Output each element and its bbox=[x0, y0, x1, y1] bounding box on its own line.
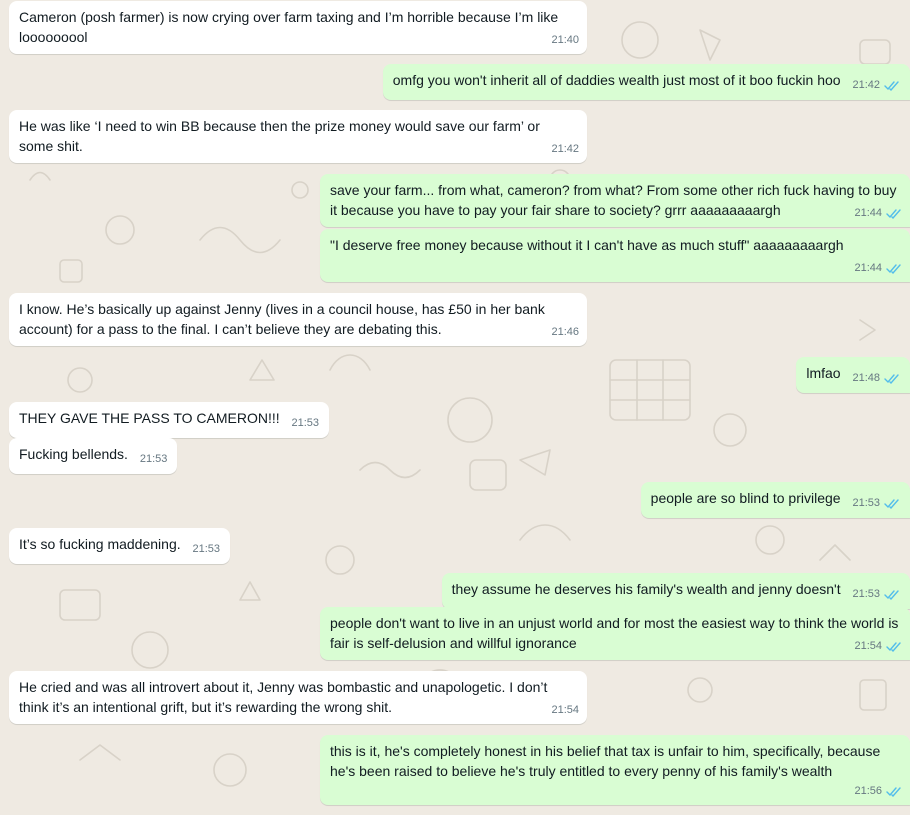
message-time: 21:53 bbox=[139, 453, 168, 465]
message-meta: 21:44 bbox=[854, 204, 902, 224]
message-text: this is it, he's completely honest in hi… bbox=[330, 743, 881, 779]
outgoing-message[interactable]: save your farm... from what, cameron? fr… bbox=[320, 174, 910, 227]
message-text: Fucking bellends. bbox=[19, 446, 128, 462]
incoming-message[interactable]: THEY GAVE THE PASS TO CAMERON!!! 21:53 bbox=[9, 402, 330, 438]
outgoing-message[interactable]: "I deserve free money because without it… bbox=[320, 229, 910, 282]
message-time: 21:44 bbox=[854, 261, 882, 274]
message-meta: 21:42 bbox=[852, 76, 900, 96]
outgoing-message[interactable]: lmfao 21:48 bbox=[796, 357, 910, 393]
message-text: It’s so fucking maddening. bbox=[19, 536, 181, 552]
message-text: He cried and was all introvert about it,… bbox=[19, 679, 548, 715]
read-ticks-icon bbox=[884, 81, 899, 92]
message-meta: 21:53 bbox=[140, 450, 168, 470]
message-time: 21:53 bbox=[192, 543, 221, 555]
message-meta: 21:56 bbox=[854, 782, 902, 802]
message-meta: 21:53 bbox=[852, 585, 900, 605]
message-meta: 21:53 bbox=[852, 494, 900, 514]
message-meta: 21:44 bbox=[854, 259, 902, 279]
message-time: 21:53 bbox=[852, 497, 880, 509]
message-time: 21:53 bbox=[852, 588, 880, 600]
message-time: 21:44 bbox=[854, 206, 882, 219]
message-meta: 21:40 bbox=[551, 31, 579, 51]
incoming-message[interactable]: He was like ‘I need to win BB because th… bbox=[9, 110, 587, 163]
message-time: 21:42 bbox=[852, 79, 880, 91]
outgoing-message[interactable]: omfg you won't inherit all of daddies we… bbox=[382, 64, 910, 100]
outgoing-message[interactable]: people are so blind to privilege 21:53 bbox=[640, 482, 910, 518]
message-meta: 21:54 bbox=[551, 701, 579, 721]
message-text: save your farm... from what, cameron? fr… bbox=[330, 182, 897, 218]
message-text: THEY GAVE THE PASS TO CAMERON!!! bbox=[19, 410, 280, 426]
incoming-message[interactable]: Fucking bellends. 21:53 bbox=[9, 438, 178, 474]
message-text: people are so blind to privilege bbox=[650, 490, 841, 506]
message-text: Cameron (posh farmer) is now crying over… bbox=[19, 9, 559, 45]
message-meta: 21:48 bbox=[852, 369, 900, 389]
message-text: I know. He’s basically up against Jenny … bbox=[19, 301, 545, 337]
message-text: omfg you won't inherit all of daddies we… bbox=[392, 72, 841, 88]
message-text: people don't want to live in an unjust w… bbox=[330, 615, 899, 651]
incoming-message[interactable]: Cameron (posh farmer) is now crying over… bbox=[9, 1, 587, 54]
read-ticks-icon bbox=[886, 642, 901, 652]
message-time: 21:53 bbox=[291, 417, 320, 429]
message-time: 21:56 bbox=[854, 784, 882, 797]
message-time: 21:54 bbox=[854, 639, 882, 652]
message-time: 21:54 bbox=[551, 703, 579, 716]
outgoing-message[interactable]: this is it, he's completely honest in hi… bbox=[320, 735, 910, 805]
incoming-message[interactable]: I know. He’s basically up against Jenny … bbox=[9, 293, 587, 346]
outgoing-message[interactable]: they assume he deserves his family's wea… bbox=[441, 573, 910, 609]
message-time: 21:42 bbox=[551, 142, 579, 155]
message-text: He was like ‘I need to win BB because th… bbox=[19, 118, 540, 154]
read-ticks-icon bbox=[884, 499, 899, 510]
read-ticks-icon bbox=[884, 590, 899, 601]
incoming-message[interactable]: He cried and was all introvert about it,… bbox=[9, 671, 587, 724]
read-ticks-icon bbox=[886, 787, 901, 797]
message-meta: 21:53 bbox=[292, 414, 320, 434]
read-ticks-icon bbox=[886, 264, 901, 274]
message-time: 21:48 bbox=[852, 372, 880, 384]
message-meta: 21:46 bbox=[551, 323, 579, 343]
message-meta: 21:54 bbox=[854, 637, 902, 657]
read-ticks-icon bbox=[886, 209, 901, 219]
outgoing-message[interactable]: people don't want to live in an unjust w… bbox=[320, 607, 910, 660]
message-text: lmfao bbox=[806, 365, 841, 381]
message-meta: 21:53 bbox=[193, 540, 221, 560]
incoming-message[interactable]: It’s so fucking maddening. 21:53 bbox=[9, 528, 231, 564]
message-time: 21:46 bbox=[551, 325, 579, 338]
message-meta: 21:42 bbox=[551, 140, 579, 160]
message-text: "I deserve free money because without it… bbox=[330, 237, 844, 253]
message-text: they assume he deserves his family's wea… bbox=[451, 581, 841, 597]
read-ticks-icon bbox=[884, 374, 899, 385]
message-time: 21:40 bbox=[551, 33, 579, 46]
